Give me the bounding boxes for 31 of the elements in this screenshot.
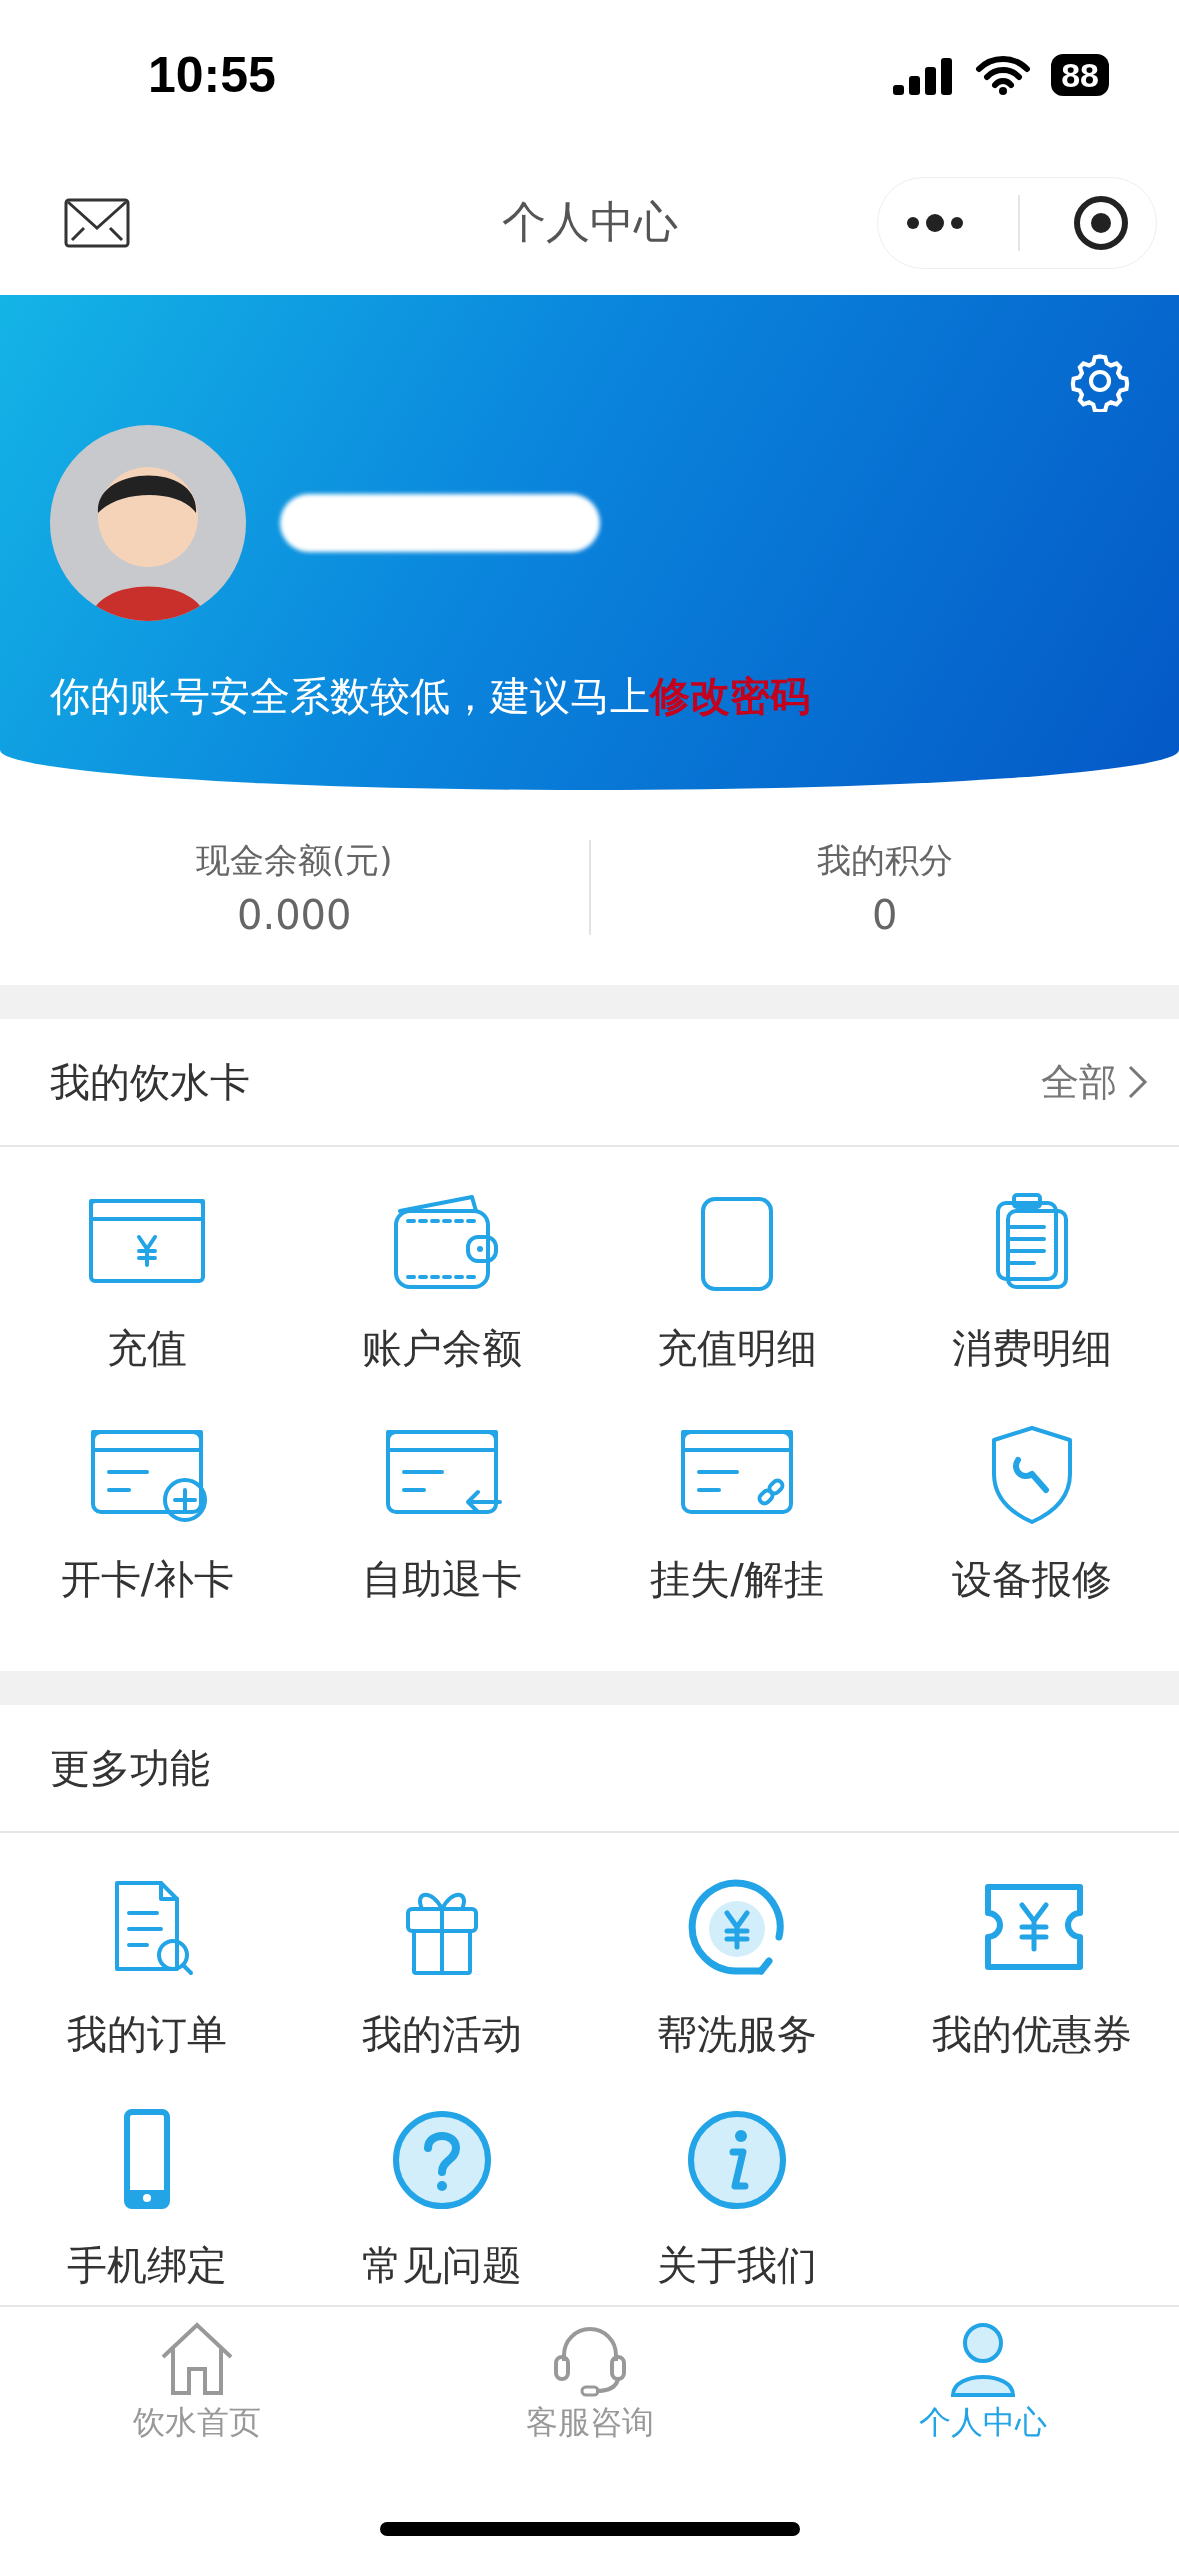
close-button[interactable]	[1073, 194, 1130, 251]
stat-label: 现金余额(元)	[196, 838, 393, 882]
feature-button[interactable]: 设备报修	[884, 1418, 1179, 1607]
feature-button[interactable]: 充值	[0, 1187, 295, 1376]
wifi-icon	[975, 55, 1032, 95]
feature-button[interactable]: 我的订单	[0, 1873, 295, 2062]
feature-button[interactable]: 帮洗服务	[589, 1873, 885, 2062]
view-all-link[interactable]: 全部	[1041, 1056, 1149, 1108]
battery-level: 88	[1051, 54, 1109, 96]
stat-label: 我的积分	[816, 838, 953, 882]
feature-button[interactable]: 我的优惠券	[884, 1873, 1179, 2062]
more-button[interactable]	[904, 212, 965, 233]
section-title: 我的饮水卡	[50, 1057, 250, 1107]
stat-value: 0	[872, 891, 898, 938]
mail-icon[interactable]	[64, 197, 130, 248]
feature-button[interactable]: 我的活动	[294, 1873, 590, 2062]
chevron-icon	[1127, 1064, 1149, 1100]
feature-button[interactable]: 自助退卡	[294, 1418, 590, 1607]
feature-button[interactable]: 开卡/补卡	[0, 1418, 295, 1607]
feature-button[interactable]: 手机绑定	[0, 2104, 295, 2293]
section-title: 更多功能	[50, 1743, 210, 1793]
feature-button[interactable]: 消费明细	[884, 1187, 1179, 1376]
feature-button[interactable]: 挂失/解挂	[589, 1418, 885, 1607]
stat-value: 0.000	[237, 891, 352, 938]
feature-button[interactable]: 关于我们	[589, 2104, 885, 2293]
feature-button[interactable]: 常见问题	[294, 2104, 590, 2293]
security-notice: 你的账号安全系数较低，建议马上修改密码	[50, 672, 811, 721]
status-time: 10:55	[148, 46, 276, 104]
page-title: 个人中心	[501, 195, 678, 249]
feature-button[interactable]: 充值明细	[589, 1187, 885, 1376]
feature-button[interactable]: 账户余额	[294, 1187, 590, 1376]
